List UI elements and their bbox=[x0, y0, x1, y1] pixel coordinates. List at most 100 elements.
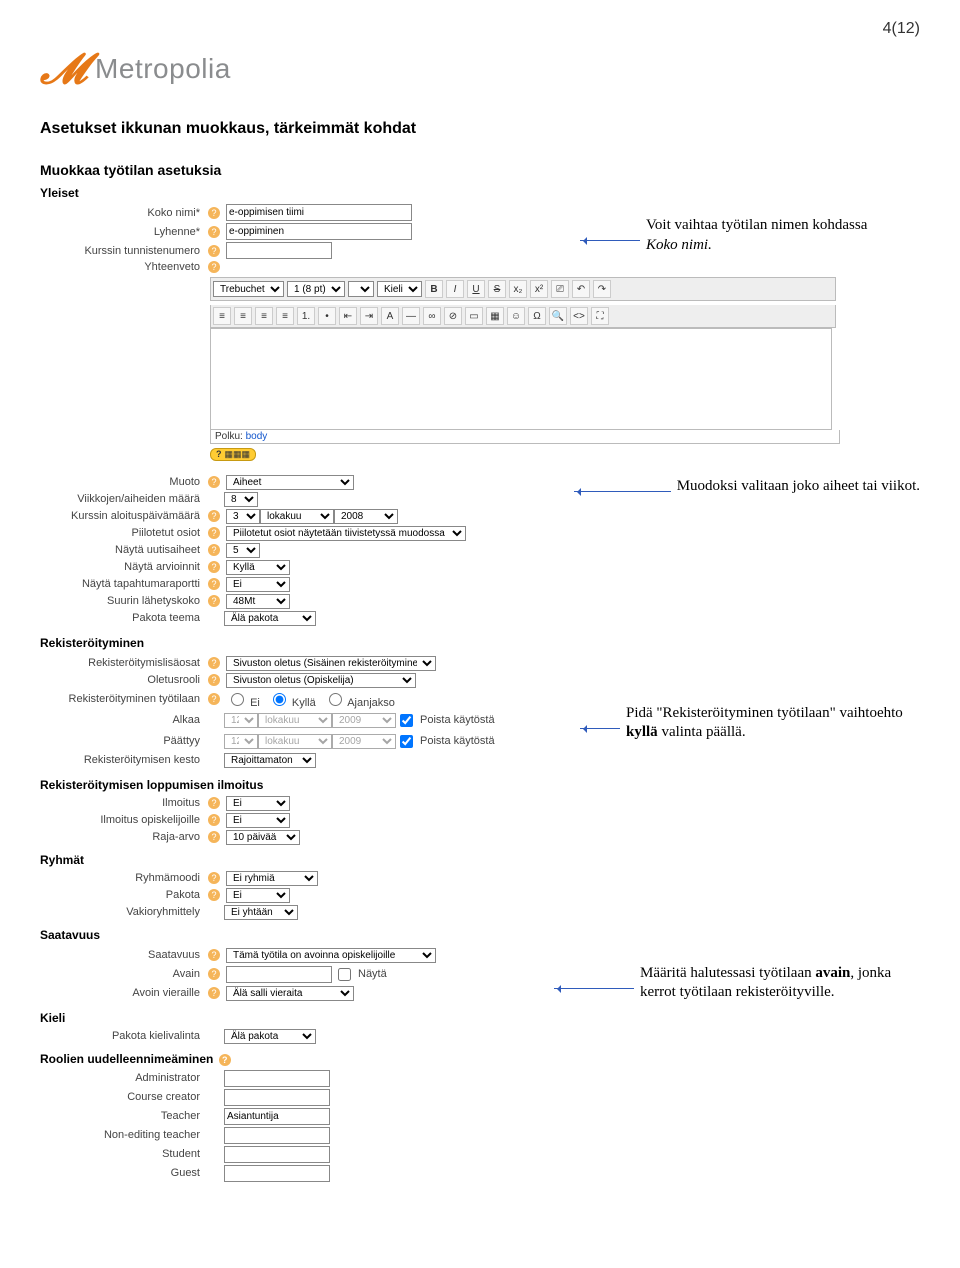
help-icon[interactable]: ? bbox=[208, 476, 220, 488]
help-icon[interactable]: ? bbox=[208, 674, 220, 686]
list-bullet-icon[interactable]: • bbox=[318, 307, 336, 325]
align-right-icon[interactable]: ≡ bbox=[255, 307, 273, 325]
select-pakota-kieli[interactable]: Älä pakota bbox=[224, 1029, 316, 1044]
table-icon[interactable]: ▦ bbox=[486, 307, 504, 325]
help-icon[interactable]: ? bbox=[208, 510, 220, 522]
search-icon[interactable]: 🔍 bbox=[549, 307, 567, 325]
sub-icon[interactable]: x₂ bbox=[509, 280, 527, 298]
help-icon[interactable]: ? bbox=[208, 657, 220, 669]
input-guest[interactable] bbox=[224, 1165, 330, 1182]
help-icon[interactable]: ? bbox=[208, 527, 220, 539]
editor-style-select[interactable] bbox=[348, 281, 374, 297]
help-icon[interactable]: ? bbox=[208, 561, 220, 573]
char-icon[interactable]: Ω bbox=[528, 307, 546, 325]
indent-icon[interactable]: ⇥ bbox=[360, 307, 378, 325]
select-alkaa-y[interactable]: 2009 bbox=[332, 713, 396, 728]
help-icon[interactable]: ? bbox=[208, 831, 220, 843]
help-icon[interactable]: ? bbox=[208, 987, 220, 999]
undo-icon[interactable]: ↶ bbox=[572, 280, 590, 298]
align-left-icon[interactable]: ≡ bbox=[213, 307, 231, 325]
clean-icon[interactable]: ⎚ bbox=[551, 280, 569, 298]
underline-icon[interactable]: U bbox=[467, 280, 485, 298]
select-avoin-vier[interactable]: Älä salli vieraita bbox=[226, 986, 354, 1001]
select-saatavuus[interactable]: Tämä työtila on avoinna opiskelijoille bbox=[226, 948, 436, 963]
input-student[interactable] bbox=[224, 1146, 330, 1163]
help-icon[interactable]: ? bbox=[208, 814, 220, 826]
help-icon[interactable]: ? bbox=[208, 544, 220, 556]
select-ilmoitus-op[interactable]: Ei bbox=[226, 813, 290, 828]
editor-body[interactable] bbox=[210, 328, 832, 430]
input-koko-nimi[interactable] bbox=[226, 204, 412, 221]
strike-icon[interactable]: S bbox=[488, 280, 506, 298]
sup-icon[interactable]: x² bbox=[530, 280, 548, 298]
select-ryhmamoodi[interactable]: Ei ryhmiä bbox=[226, 871, 318, 886]
list-num-icon[interactable]: 1. bbox=[297, 307, 315, 325]
input-admin[interactable] bbox=[224, 1070, 330, 1087]
help-icon[interactable]: ? bbox=[208, 968, 220, 980]
select-alkaa-d[interactable]: 12 bbox=[224, 713, 258, 728]
fullscreen-icon[interactable]: ⛶ bbox=[591, 307, 609, 325]
help-icon[interactable]: ? bbox=[208, 261, 220, 273]
select-pakota-teema[interactable]: Älä pakota bbox=[224, 611, 316, 626]
radio-kylla[interactable] bbox=[273, 693, 286, 706]
input-lyhenne[interactable] bbox=[226, 223, 412, 240]
select-oletusrooli[interactable]: Sivuston oletus (Opiskelija) bbox=[226, 673, 416, 688]
align-justify-icon[interactable]: ≡ bbox=[276, 307, 294, 325]
editor-lang-select[interactable]: Kieli bbox=[377, 281, 422, 297]
select-paattyy-y[interactable]: 2009 bbox=[332, 734, 396, 749]
help-icon[interactable]: ? bbox=[208, 245, 220, 257]
input-cc[interactable] bbox=[224, 1089, 330, 1106]
select-alkaa-m[interactable]: lokakuu bbox=[258, 713, 332, 728]
editor-hint-badge[interactable]: ? ▦▦▦ bbox=[210, 448, 256, 461]
emoji-icon[interactable]: ☺ bbox=[507, 307, 525, 325]
input-kurssin-tunniste[interactable] bbox=[226, 242, 332, 259]
link-icon[interactable]: ∞ bbox=[423, 307, 441, 325]
select-paattyy-m[interactable]: lokakuu bbox=[258, 734, 332, 749]
help-icon[interactable]: ? bbox=[219, 1054, 231, 1066]
select-month[interactable]: lokakuu bbox=[260, 509, 334, 524]
select-year[interactable]: 2008 bbox=[334, 509, 398, 524]
editor-size-select[interactable]: 1 (8 pt) bbox=[287, 281, 345, 297]
checkbox-nayta[interactable] bbox=[338, 968, 351, 981]
checkbox-paattyy-poista[interactable] bbox=[400, 735, 413, 748]
help-icon[interactable]: ? bbox=[208, 226, 220, 238]
align-center-icon[interactable]: ≡ bbox=[234, 307, 252, 325]
redo-icon[interactable]: ↷ bbox=[593, 280, 611, 298]
select-uutisaiheet[interactable]: 5 bbox=[226, 543, 260, 558]
select-pakota[interactable]: Ei bbox=[226, 888, 290, 903]
select-viikkojen[interactable]: 8 bbox=[224, 492, 258, 507]
help-icon[interactable]: ? bbox=[208, 889, 220, 901]
help-icon[interactable]: ? bbox=[208, 949, 220, 961]
select-ilmoitus[interactable]: Ei bbox=[226, 796, 290, 811]
help-icon[interactable]: ? bbox=[208, 797, 220, 809]
editor-font-select[interactable]: Trebuchet bbox=[213, 281, 284, 297]
hr-icon[interactable]: — bbox=[402, 307, 420, 325]
select-tapahtumaraportti[interactable]: Ei bbox=[226, 577, 290, 592]
radio-ajanjakso[interactable] bbox=[329, 693, 342, 706]
help-icon[interactable]: ? bbox=[208, 578, 220, 590]
editor-path-body[interactable]: body bbox=[246, 431, 268, 442]
select-suurin[interactable]: 48Mt bbox=[226, 594, 290, 609]
input-net[interactable] bbox=[224, 1127, 330, 1144]
help-icon[interactable]: ? bbox=[208, 872, 220, 884]
select-day[interactable]: 3 bbox=[226, 509, 260, 524]
input-avain[interactable] bbox=[226, 966, 332, 983]
image-icon[interactable]: ▭ bbox=[465, 307, 483, 325]
radio-ei[interactable] bbox=[231, 693, 244, 706]
checkbox-alkaa-poista[interactable] bbox=[400, 714, 413, 727]
help-icon[interactable]: ? bbox=[208, 595, 220, 607]
bold-icon[interactable]: B bbox=[425, 280, 443, 298]
unlink-icon[interactable]: ⊘ bbox=[444, 307, 462, 325]
italic-icon[interactable]: I bbox=[446, 280, 464, 298]
help-icon[interactable]: ? bbox=[208, 693, 220, 705]
color-icon[interactable]: A bbox=[381, 307, 399, 325]
html-icon[interactable]: <> bbox=[570, 307, 588, 325]
outdent-icon[interactable]: ⇤ bbox=[339, 307, 357, 325]
select-raja[interactable]: 10 päivää bbox=[226, 830, 300, 845]
select-arvioinnit[interactable]: Kyllä bbox=[226, 560, 290, 575]
help-icon[interactable]: ? bbox=[208, 207, 220, 219]
input-teacher[interactable] bbox=[224, 1108, 330, 1125]
select-piilotetut[interactable]: Piilotetut osiot näytetään tiivistetyssä… bbox=[226, 526, 466, 541]
select-rek-kesto[interactable]: Rajoittamaton bbox=[224, 753, 316, 768]
select-vakioryhm[interactable]: Ei yhtään bbox=[224, 905, 298, 920]
